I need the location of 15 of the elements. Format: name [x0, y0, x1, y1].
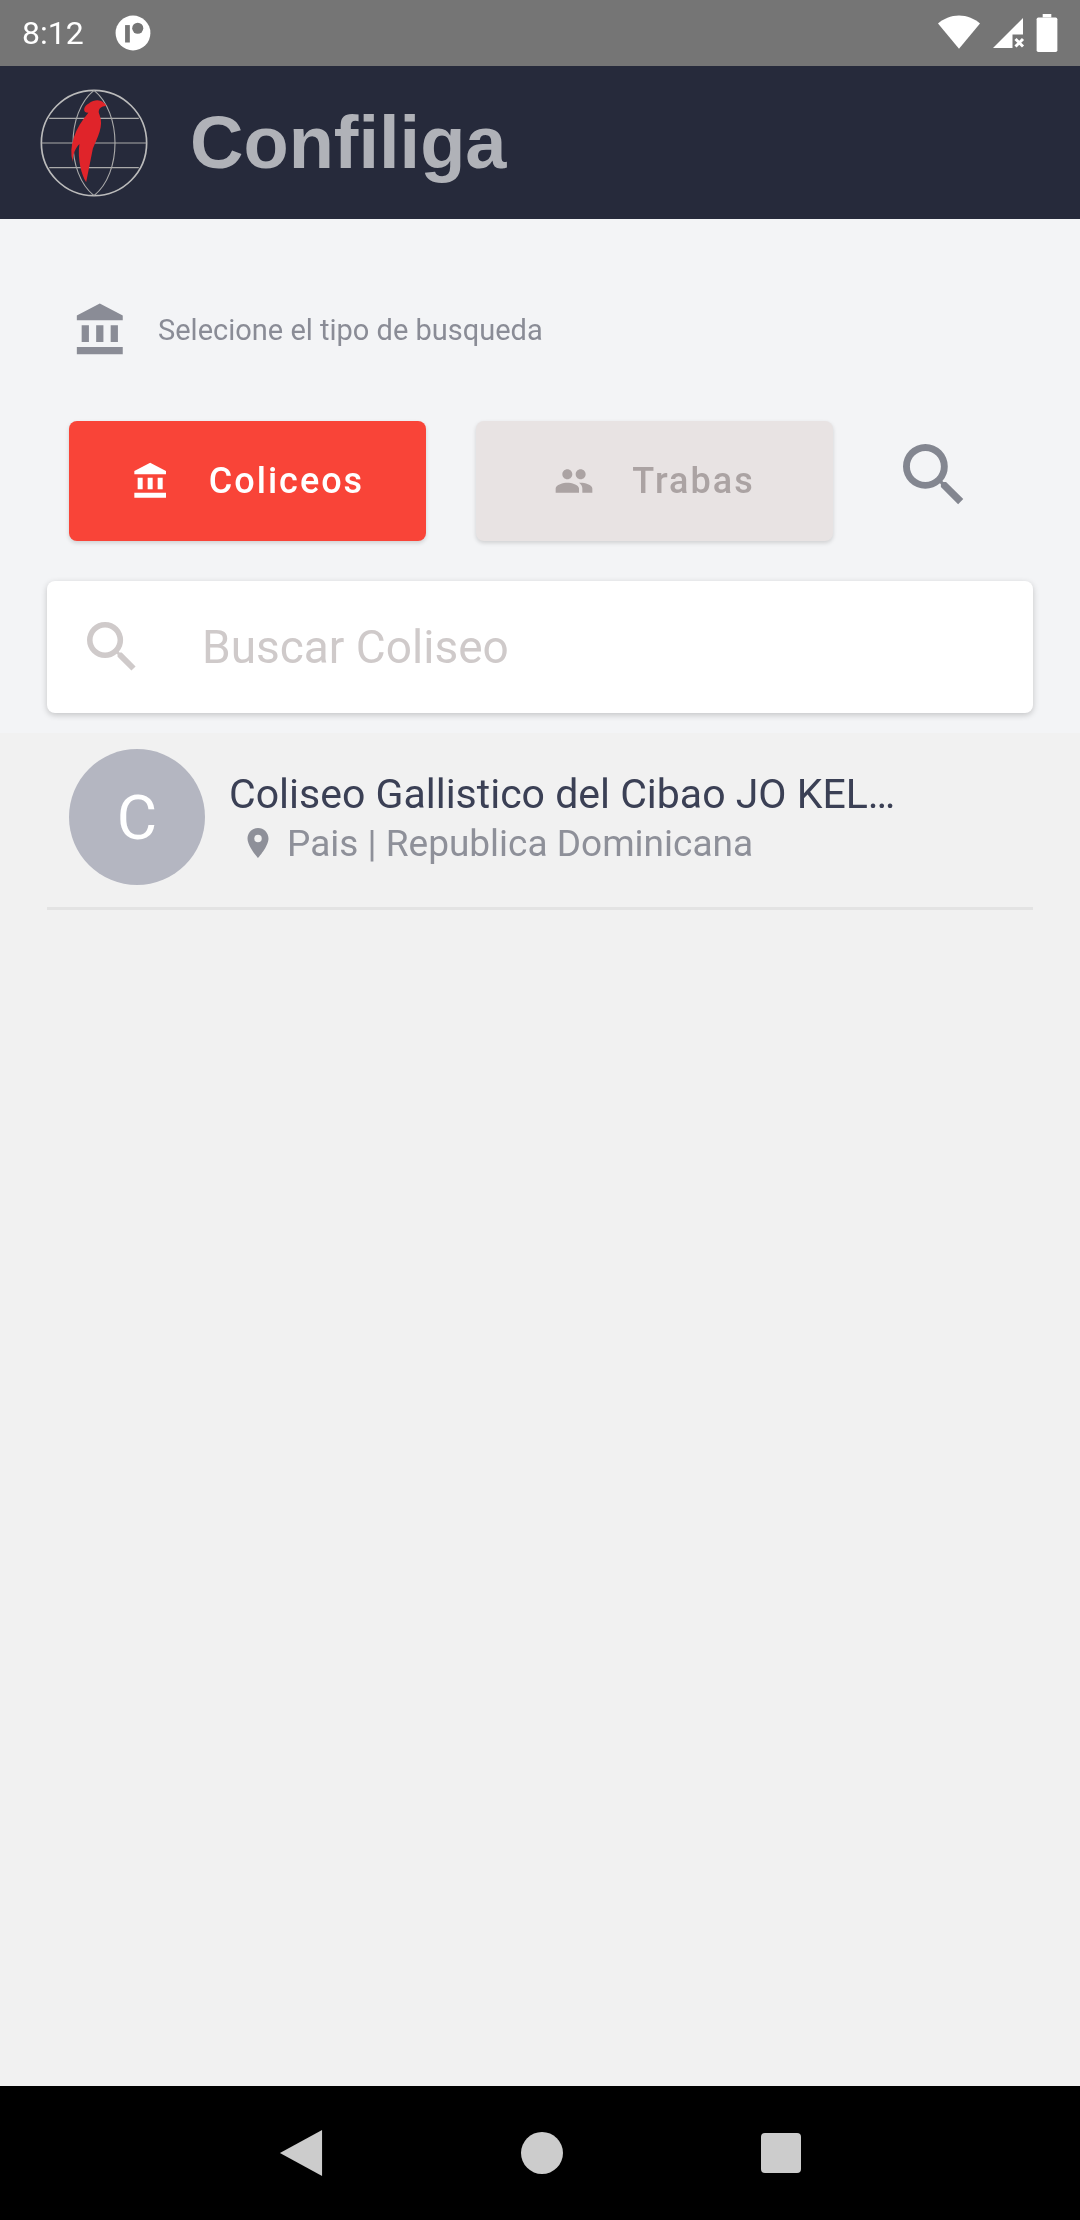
- battery-icon: [1036, 14, 1058, 52]
- wifi-icon: [938, 15, 980, 51]
- app-title: Confiliga: [190, 100, 507, 185]
- search-icon: [903, 444, 965, 506]
- status-time: 8:12: [22, 14, 84, 52]
- search-type-hint: Selecione el tipo de busqueda: [158, 313, 543, 347]
- result-title[interactable]: Coliseo Gallistico del Cibao JO KEL…: [229, 769, 896, 818]
- notification-icon: [113, 14, 152, 52]
- home-icon[interactable]: [521, 2132, 563, 2174]
- result-location: Pais | Republica Dominicana: [287, 821, 754, 865]
- back-icon[interactable]: [279, 2130, 323, 2176]
- search-type-tab[interactable]: Trabas: [476, 421, 833, 541]
- search-icon: [87, 622, 137, 672]
- avatar: C: [69, 749, 205, 885]
- search-type-tab[interactable]: Coliceos: [69, 421, 426, 541]
